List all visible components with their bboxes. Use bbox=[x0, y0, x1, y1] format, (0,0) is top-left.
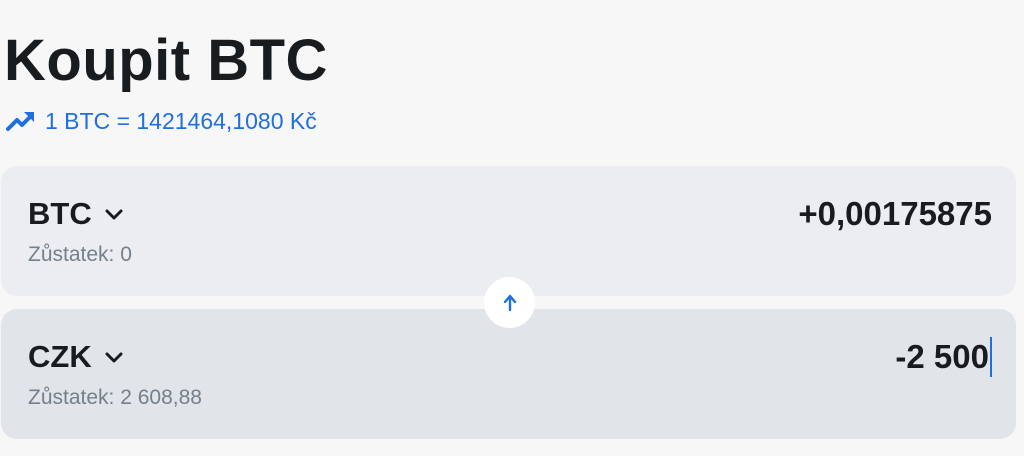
to-currency-code: CZK bbox=[28, 339, 92, 374]
trending-up-icon bbox=[6, 110, 36, 132]
from-currency-code: BTC bbox=[28, 196, 92, 231]
to-currency-selector[interactable]: CZK bbox=[28, 337, 124, 377]
from-currency-selector[interactable]: BTC bbox=[28, 194, 124, 234]
to-amount-input[interactable]: -2 500 bbox=[895, 337, 992, 377]
page-title: Koupit BTC bbox=[4, 28, 328, 93]
arrow-up-icon bbox=[503, 294, 516, 311]
chevron-down-icon bbox=[104, 351, 124, 363]
exchange-rate: 1 BTC = 1421464,1080 Kč bbox=[6, 106, 317, 136]
exchange-rate-text: 1 BTC = 1421464,1080 Kč bbox=[45, 107, 317, 134]
chevron-down-icon bbox=[104, 208, 124, 220]
to-currency-card: CZK Zůstatek: 2 608,88 -2 500 bbox=[1, 309, 1016, 439]
to-amount-value: -2 500 bbox=[895, 338, 989, 375]
to-balance: Zůstatek: 2 608,88 bbox=[28, 386, 202, 409]
text-caret bbox=[990, 337, 992, 377]
from-amount-input[interactable]: +0,00175875 bbox=[798, 194, 992, 234]
from-balance: Zůstatek: 0 bbox=[28, 243, 132, 266]
swap-button[interactable] bbox=[484, 277, 535, 328]
